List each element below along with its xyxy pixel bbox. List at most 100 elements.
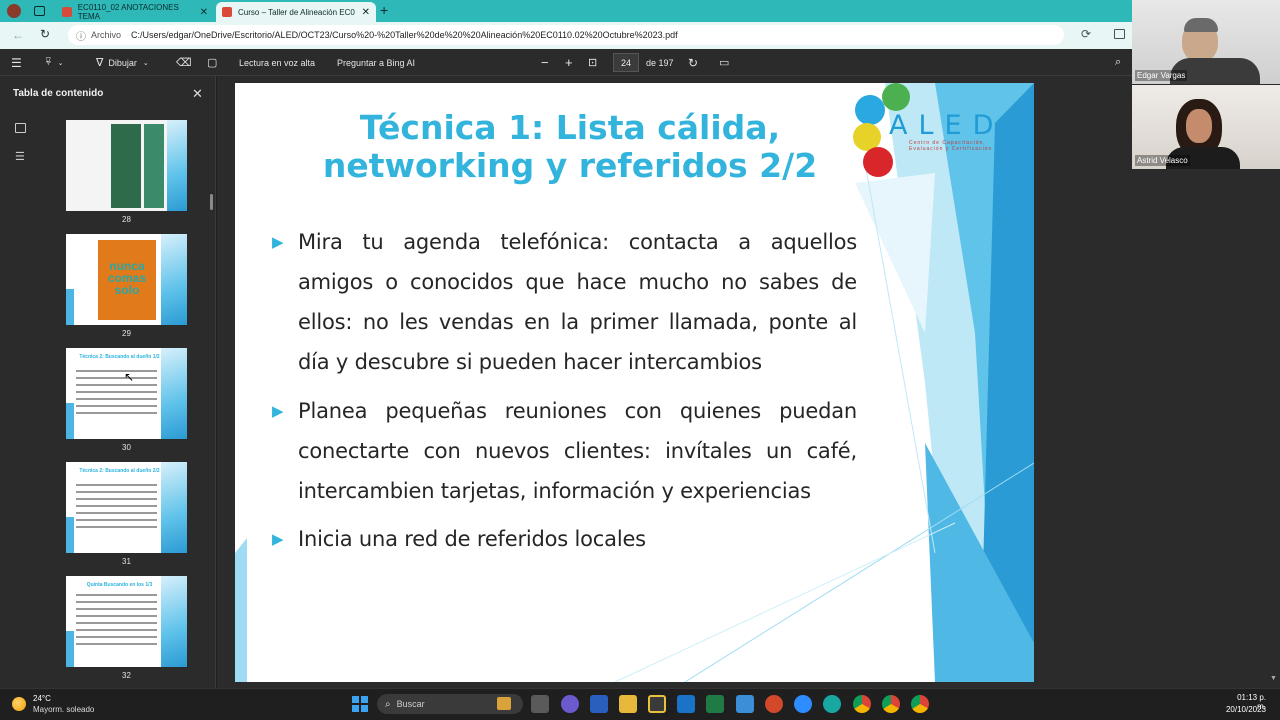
book-cover-image: nunca comas solo bbox=[98, 240, 156, 320]
url-prefix: Archivo bbox=[91, 30, 122, 40]
thumbnail-page-number: 30 bbox=[122, 443, 131, 452]
highlight-icon[interactable]: ⍫ ⌄ bbox=[45, 49, 63, 76]
thumbnail-page-number: 32 bbox=[122, 671, 131, 680]
url-text: C:/Users/edgar/OneDrive/Escritorio/ALED/… bbox=[131, 30, 678, 40]
bullet-item: ▶ Mira tu agenda telefónica: contacta a … bbox=[272, 222, 857, 382]
slide-title-line2: networking y referidos 2/2 bbox=[322, 146, 818, 185]
rotate-icon[interactable]: ↻ bbox=[688, 49, 698, 76]
task-view-icon[interactable] bbox=[531, 695, 549, 713]
zoom-out-icon[interactable]: − bbox=[541, 49, 549, 76]
draw-icon: ∇ bbox=[96, 57, 104, 69]
tab-label: Curso – Taller de Alineación EC0 bbox=[238, 7, 355, 17]
participant-cap bbox=[1184, 18, 1218, 32]
info-icon: ⓘ bbox=[76, 31, 86, 43]
sidebar-title: Tabla de contenido bbox=[13, 88, 104, 99]
extensions-icon[interactable]: ⟳ bbox=[1081, 27, 1091, 41]
read-aloud-button[interactable]: Lectura en voz alta bbox=[239, 49, 315, 76]
word-icon[interactable] bbox=[590, 695, 608, 713]
tab-label: EC0110_02 ANOTACIONES TEMA bbox=[77, 3, 179, 21]
page-view-icon[interactable]: ▢ bbox=[207, 49, 217, 76]
split-screen-icon[interactable] bbox=[1114, 29, 1125, 39]
slide-title-line1: Técnica 1: Lista cálida, bbox=[359, 108, 781, 147]
thumbnail-heading: Técnica 2: Buscando al dueño 2/2 bbox=[79, 468, 160, 474]
page-thumbnail[interactable] bbox=[66, 120, 187, 211]
tab-actions-icon[interactable] bbox=[34, 6, 45, 16]
participant-video: Astrid Velasco bbox=[1132, 85, 1280, 169]
fit-page-icon[interactable]: ⊡ bbox=[588, 49, 597, 76]
search-placeholder: Buscar bbox=[396, 699, 425, 709]
powerpoint-icon[interactable] bbox=[765, 695, 783, 713]
weather-sun-icon[interactable] bbox=[12, 697, 26, 711]
weather-temperature[interactable]: 24°C bbox=[33, 694, 51, 703]
bullet-text: Inicia una red de referidos locales bbox=[298, 527, 646, 551]
page-thumbnail[interactable]: Técnica 2: Buscando al dueño 2/2 bbox=[66, 462, 187, 553]
edge-icon[interactable] bbox=[823, 695, 841, 713]
erase-icon[interactable]: ⌫ bbox=[176, 49, 192, 76]
thumbnail-page-number: 28 bbox=[122, 215, 131, 224]
bullet-item: ▶ Inicia una red de referidos locales bbox=[272, 519, 857, 559]
draw-label: Dibujar bbox=[108, 57, 137, 68]
outlook-icon[interactable] bbox=[677, 695, 695, 713]
viewer-scroll-down-icon[interactable]: ▼ bbox=[1270, 675, 1277, 682]
page-thumbnail[interactable]: Quinta Buscando en los 1/3 bbox=[66, 576, 187, 667]
close-tab-icon[interactable]: ✕ bbox=[362, 7, 370, 18]
pdf-icon bbox=[222, 7, 232, 17]
taskbar-search[interactable]: ⌕ Buscar bbox=[377, 694, 523, 714]
participant-video: Edgar Vargas bbox=[1132, 0, 1280, 84]
slide-image bbox=[144, 124, 164, 208]
pdf-page: ALED Centro de Capacitación, Evaluación … bbox=[235, 83, 1034, 682]
ask-bing-button[interactable]: Preguntar a Bing AI bbox=[337, 49, 415, 76]
thumbnail-page-number: 29 bbox=[122, 329, 131, 338]
new-tab-icon[interactable]: + bbox=[380, 2, 388, 18]
chrome-profile-icon[interactable] bbox=[911, 695, 929, 713]
bullet-arrow-icon: ▶ bbox=[272, 530, 284, 548]
excel-icon[interactable] bbox=[706, 695, 724, 713]
page-thumbnail[interactable]: Técnica 2: Buscando al dueño 1/2 ↖ bbox=[66, 348, 187, 439]
sidebar-scrollbar[interactable] bbox=[210, 194, 213, 210]
bullet-item: ▶ Planea pequeñas reuniones con quienes … bbox=[272, 391, 857, 511]
book-title: nunca comas solo bbox=[107, 259, 147, 297]
outline-view-icon[interactable]: ☰ bbox=[15, 150, 25, 163]
logo-circle-blue bbox=[855, 95, 885, 125]
weather-description[interactable]: Mayorm. soleado bbox=[33, 705, 94, 714]
taskbar bbox=[0, 688, 1280, 720]
chrome-profile-icon[interactable] bbox=[882, 695, 900, 713]
zoom-app-icon[interactable] bbox=[794, 695, 812, 713]
pdf-toolbar: ☰ ⍫ ⌄ ∇ Dibujar ⌄ ⌫ ▢ Lectura en voz alt… bbox=[0, 49, 1280, 76]
slide-image bbox=[111, 124, 141, 208]
draw-button[interactable]: ∇ Dibujar ⌄ bbox=[96, 49, 149, 76]
logo-subtext: Centro de Capacitación, Evaluación y Cer… bbox=[909, 140, 993, 152]
file-explorer-icon[interactable] bbox=[619, 695, 637, 713]
participant-name: Astrid Velasco bbox=[1135, 155, 1190, 166]
page-total: de 197 bbox=[646, 57, 674, 68]
url-field[interactable]: ⓘ Archivo C:/Users/edgar/OneDrive/Escrit… bbox=[68, 25, 1064, 45]
chrome-icon[interactable] bbox=[853, 695, 871, 713]
tab-anotaciones[interactable]: EC0110_02 ANOTACIONES TEMA ✕ bbox=[56, 2, 214, 22]
refresh-icon[interactable]: ↻ bbox=[40, 27, 50, 41]
back-icon[interactable]: ← bbox=[12, 28, 24, 42]
close-sidebar-icon[interactable]: ✕ bbox=[192, 86, 203, 102]
participant-name: Edgar Vargas bbox=[1135, 70, 1188, 81]
thumbnail-heading: Quinta Buscando en los 1/3 bbox=[86, 582, 153, 588]
page-thumbnail[interactable]: nunca comas solo bbox=[66, 234, 187, 325]
logo-circle-green bbox=[882, 83, 910, 111]
bullet-text: Mira tu agenda telefónica: contacta a aq… bbox=[298, 230, 857, 374]
tab-curso-taller[interactable]: Curso – Taller de Alineación EC0 ✕ bbox=[216, 2, 376, 22]
two-page-icon[interactable]: ▭ bbox=[719, 49, 729, 76]
slide-title: Técnica 1: Lista cálida, networking y re… bbox=[305, 109, 835, 185]
teams-icon[interactable] bbox=[561, 695, 579, 713]
logo-circle-red bbox=[863, 147, 893, 177]
mouse-cursor-icon: ↖ bbox=[124, 370, 135, 384]
find-icon[interactable]: ⌕ bbox=[1115, 49, 1121, 76]
contents-menu-icon[interactable]: ☰ bbox=[11, 49, 22, 76]
logo-text: ALED bbox=[889, 110, 1005, 141]
mail-icon[interactable] bbox=[736, 695, 754, 713]
close-tab-icon[interactable]: ✕ bbox=[200, 7, 208, 18]
zoom-in-icon[interactable]: + bbox=[565, 49, 573, 76]
clock-date[interactable]: 20/10/2023 bbox=[1220, 705, 1266, 714]
profile-avatar-icon[interactable] bbox=[7, 4, 21, 18]
thumbnails-view-icon[interactable] bbox=[15, 123, 26, 133]
store-icon[interactable] bbox=[648, 695, 666, 713]
page-number-input[interactable]: 24 bbox=[613, 53, 639, 72]
start-button-icon[interactable] bbox=[352, 696, 368, 712]
